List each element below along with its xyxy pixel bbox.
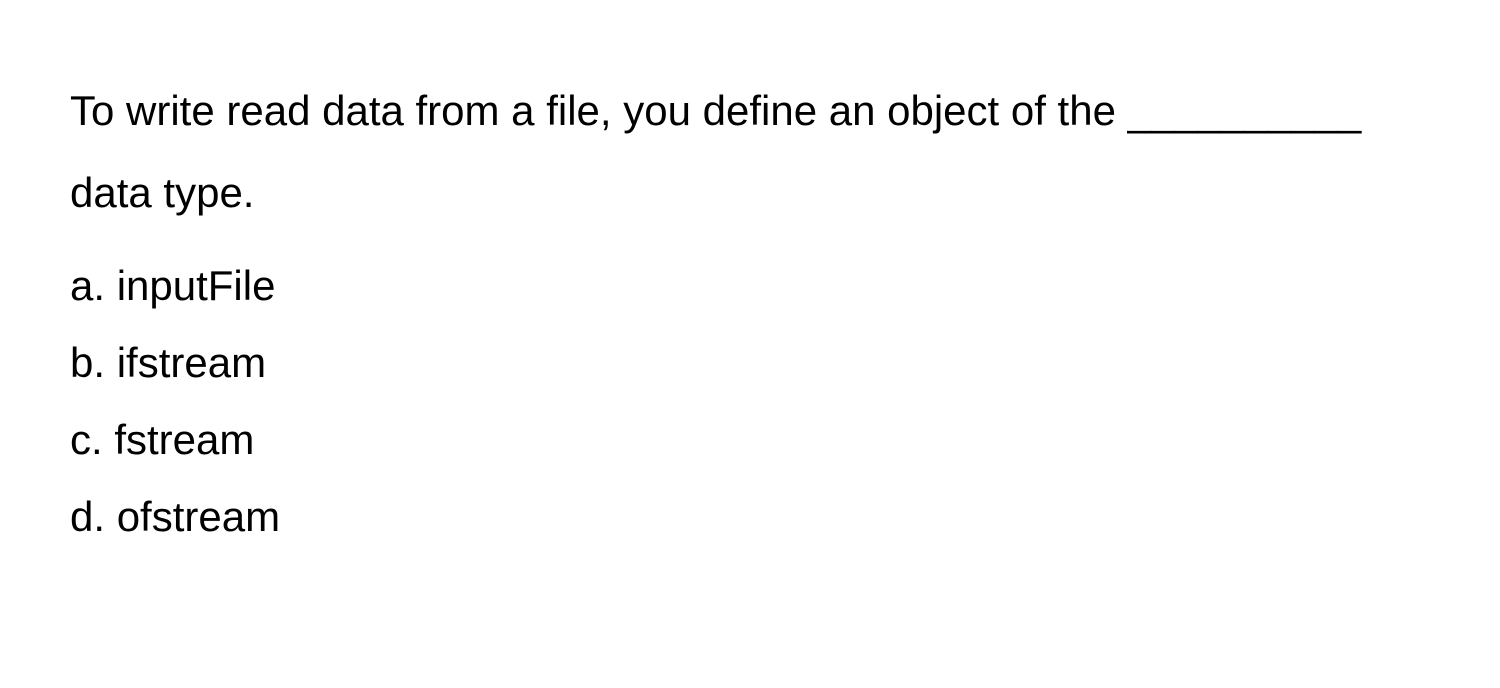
option-text: fstream <box>114 416 254 463</box>
option-text: ofstream <box>117 493 280 540</box>
option-c: c. fstream <box>70 406 1430 473</box>
option-b: b. ifstream <box>70 329 1430 396</box>
option-label: a. <box>70 262 105 309</box>
options-list: a. inputFile b. ifstream c. fstream d. o… <box>70 252 1430 551</box>
option-label: c. <box>70 416 103 463</box>
option-label: b. <box>70 339 105 386</box>
option-d: d. ofstream <box>70 483 1430 550</box>
option-text: inputFile <box>117 262 276 309</box>
option-a: a. inputFile <box>70 252 1430 319</box>
question-text: To write read data from a file, you defi… <box>70 70 1430 234</box>
option-label: d. <box>70 493 105 540</box>
option-text: ifstream <box>117 339 266 386</box>
